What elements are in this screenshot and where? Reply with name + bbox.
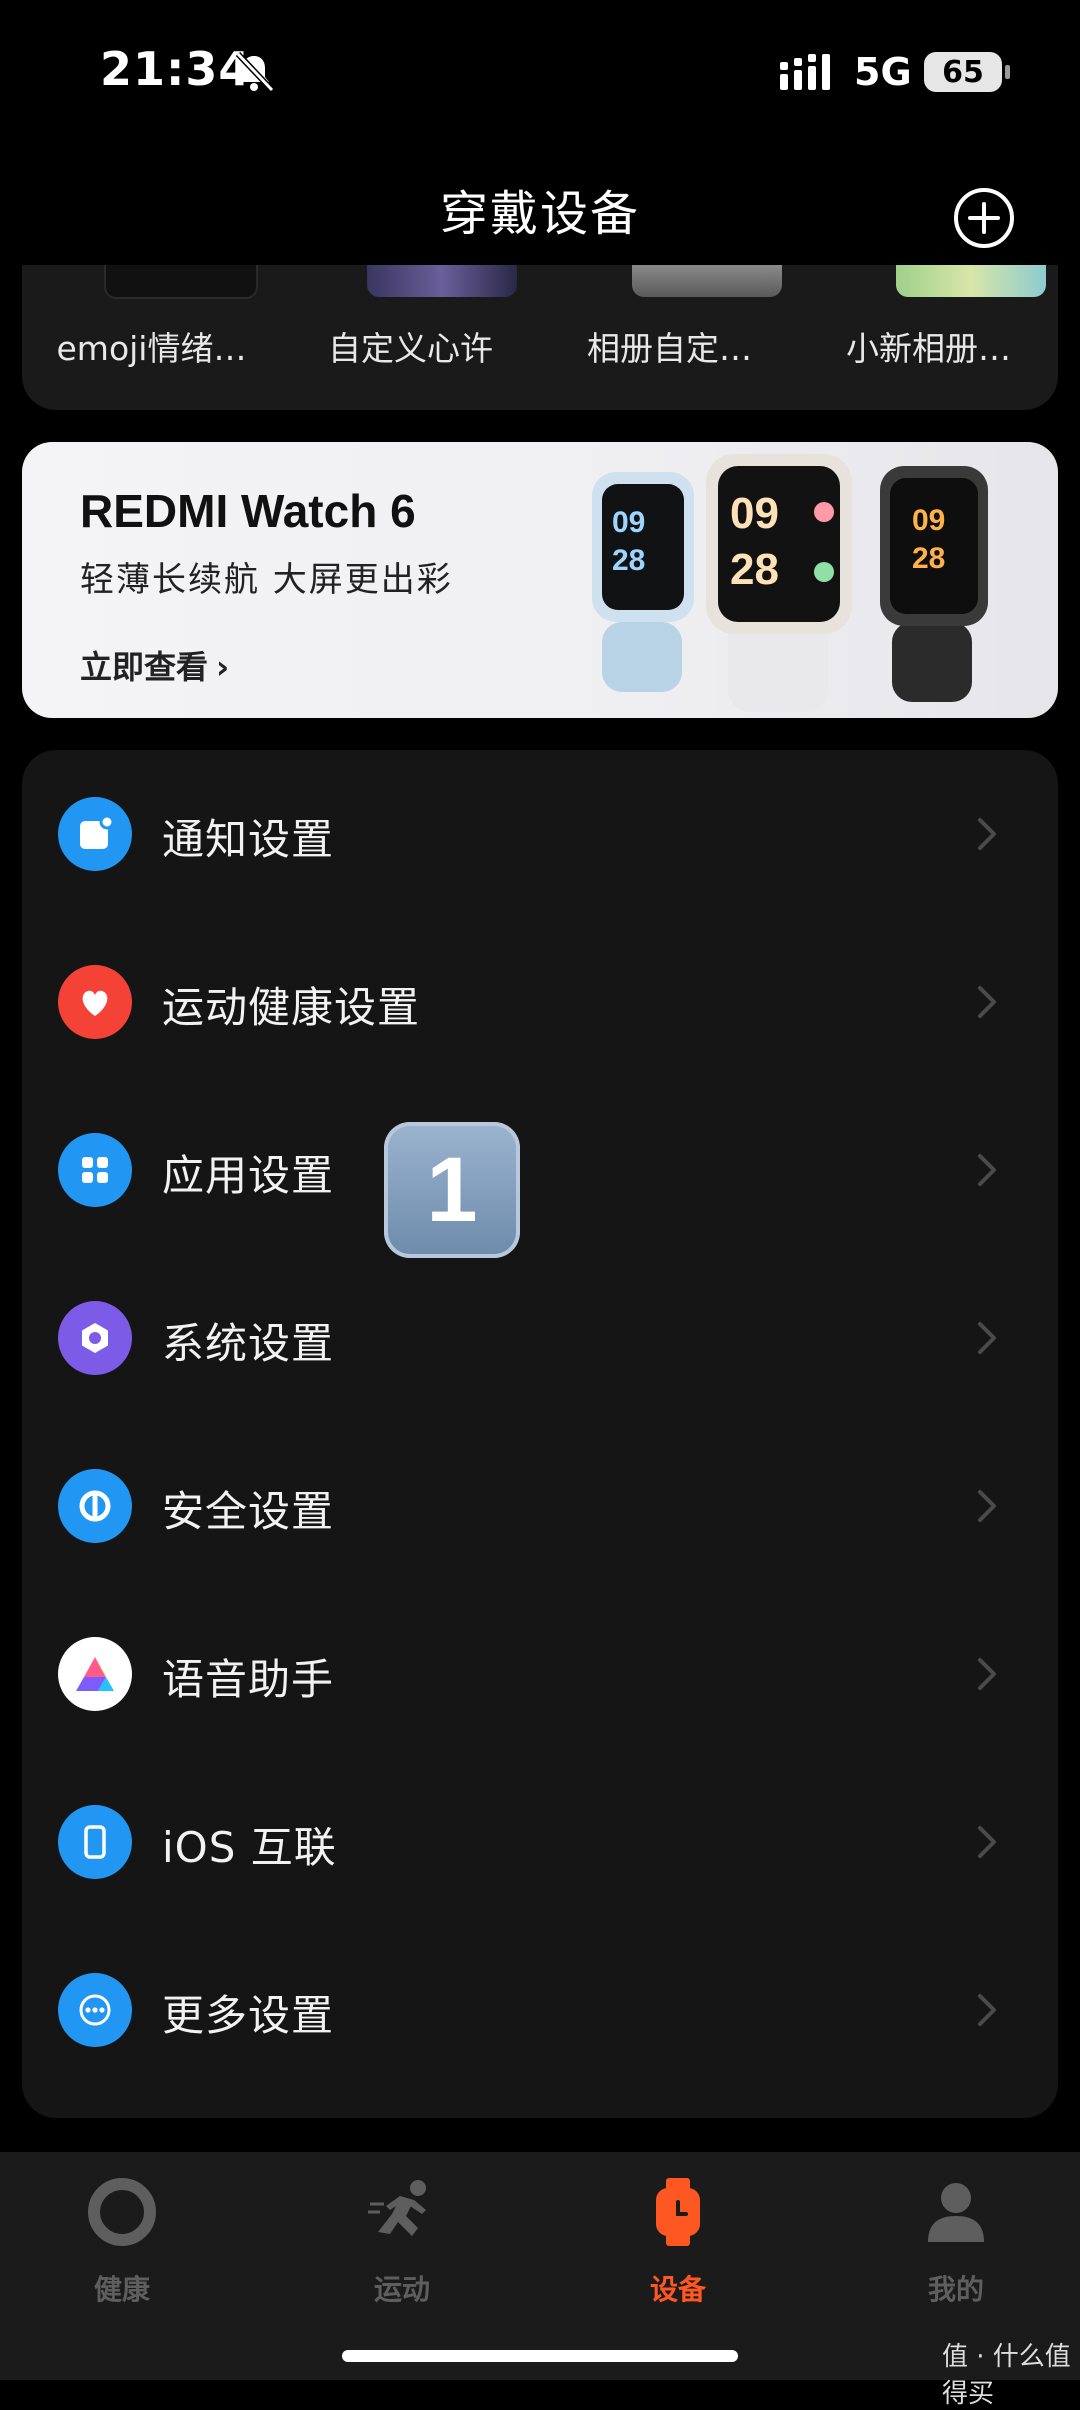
status-time: 21:34 (100, 42, 252, 96)
menu-item-label: iOS 互联 (162, 1823, 337, 1872)
watch-left-hour: 09 (612, 506, 645, 539)
menu-item-notification-settings[interactable]: 通知设置 (22, 750, 1058, 918)
banner-title: REDMI Watch 6 (80, 485, 416, 537)
battery-indicator: 65 (924, 52, 1010, 92)
home-indicator[interactable] (342, 2350, 738, 2362)
watermark-text: 值 · 什么值得买 (942, 2342, 1071, 2409)
watch-face-thumb-3[interactable] (632, 265, 782, 297)
watch-face-label[interactable]: 相册自定… (540, 322, 799, 370)
tab-profile[interactable]: 我的 (866, 2176, 1046, 2326)
menu-item-health-settings[interactable]: 运动健康设置 (22, 918, 1058, 1086)
signal-icon (780, 54, 830, 90)
chevron-right-icon (978, 1490, 996, 1522)
watch-face-labels: emoji情绪… 自定义心许 相册自定… 小新相册… (22, 322, 1058, 370)
chevron-right-icon (978, 1322, 996, 1354)
banner-subtitle: 轻薄长续航 大屏更出彩 (80, 560, 453, 600)
menu-item-label: 系统设置 (162, 1319, 335, 1368)
chevron-right-icon (978, 818, 996, 850)
menu-item-ios-link[interactable]: iOS 互联 (22, 1758, 1058, 1926)
menu-item-label: 应用设置 (162, 1151, 335, 1200)
tab-device[interactable]: 设备 (588, 2176, 768, 2326)
header: 穿戴设备 (0, 150, 1080, 265)
security-icon (58, 1469, 132, 1543)
menu-item-label: 语音助手 (162, 1655, 335, 1704)
heart-icon (58, 965, 132, 1039)
watch-left-minute: 28 (612, 544, 645, 577)
menu-item-voice-assistant[interactable]: 语音助手 (22, 1590, 1058, 1758)
chevron-right-icon: › (216, 648, 230, 686)
add-device-button[interactable] (952, 186, 1016, 250)
voice-assistant-icon (58, 1637, 132, 1711)
tab-label: 我的 (927, 2273, 984, 2306)
status-bar: 21:34 5G 65 (0, 0, 1080, 150)
watch-face-thumb-4[interactable] (896, 265, 1046, 297)
watch-right-minute: 28 (912, 542, 945, 575)
tab-label: 运动 (373, 2273, 430, 2306)
watch-center-hour: 09 (730, 489, 779, 538)
tab-health[interactable]: 健康 (32, 2176, 212, 2326)
phone-link-icon (58, 1805, 132, 1879)
watch-device-icon (656, 2178, 700, 2246)
bell-muted-icon (235, 51, 275, 93)
menu-item-label: 更多设置 (162, 1991, 335, 2040)
watch-center-minute: 28 (730, 545, 779, 594)
chevron-right-icon (978, 986, 996, 1018)
watch-face-label[interactable]: 自定义心许 (281, 322, 540, 370)
chevron-right-icon (978, 1994, 996, 2026)
notification-icon (58, 797, 132, 871)
health-ring-icon (88, 2178, 156, 2246)
running-icon (368, 2180, 426, 2236)
watch-right-hour: 09 (912, 504, 945, 537)
watch-face-thumbnails (22, 265, 1058, 305)
bottom-tab-bar: 健康 运动 设备 我的 (0, 2152, 1080, 2380)
chevron-right-icon (978, 1826, 996, 1858)
system-gear-icon (58, 1301, 132, 1375)
tab-workout[interactable]: 运动 (312, 2176, 492, 2326)
watch-face-label[interactable]: emoji情绪… (22, 322, 281, 370)
banner-cta-label: 立即查看 (80, 648, 209, 686)
tab-label: 健康 (93, 2273, 150, 2306)
chevron-right-icon (978, 1154, 996, 1186)
menu-item-app-settings[interactable]: 应用设置 (22, 1086, 1058, 1254)
network-type: 5G (854, 50, 912, 94)
menu-item-label: 运动健康设置 (162, 983, 421, 1032)
menu-item-label: 安全设置 (162, 1487, 335, 1536)
menu-item-more-settings[interactable]: 更多设置 (22, 1926, 1058, 2094)
menu-item-label: 通知设置 (162, 815, 335, 864)
banner-cta-link[interactable]: 立即查看 › (80, 642, 229, 688)
settings-menu: 通知设置 运动健康设置 应用设置 系统设置 安全设置 语音助手 iOS 互联 更… (22, 750, 1058, 2118)
promo-banner[interactable]: REDMI Watch 6 轻薄长续航 大屏更出彩 立即查看 › 09 28 09… (22, 442, 1058, 718)
menu-item-security-settings[interactable]: 安全设置 (22, 1422, 1058, 1590)
watch-face-label[interactable]: 小新相册… (799, 322, 1058, 370)
page-title: 穿戴设备 (439, 186, 640, 242)
user-profile-icon (928, 2183, 984, 2242)
more-icon (58, 1973, 132, 2047)
chevron-right-icon (978, 1658, 996, 1690)
watch-face-thumb-1[interactable] (104, 265, 258, 299)
watch-product-image: 09 28 09 28 09 28 (592, 454, 988, 712)
number-badge-annotation: 1 (384, 1122, 520, 1258)
watch-face-thumb-2[interactable] (367, 265, 517, 297)
apps-grid-icon (58, 1133, 132, 1207)
tab-label: 设备 (649, 2273, 706, 2306)
menu-item-system-settings[interactable]: 系统设置 (22, 1254, 1058, 1422)
